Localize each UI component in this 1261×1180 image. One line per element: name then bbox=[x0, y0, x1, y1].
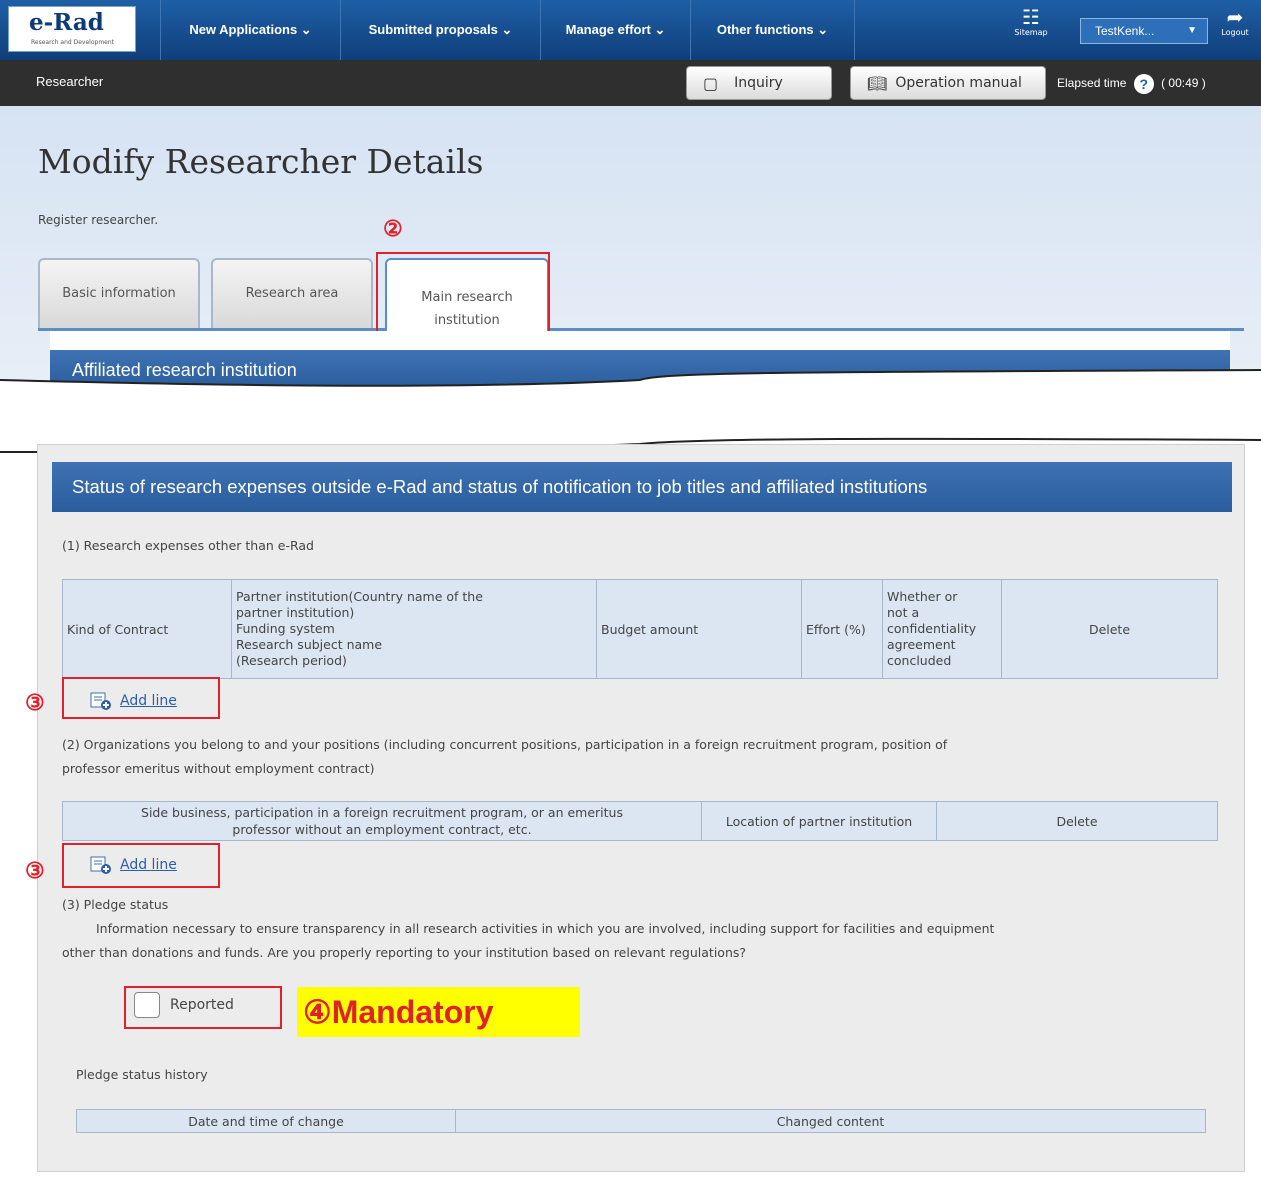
callout-number-3a: ③ bbox=[25, 690, 45, 715]
conf-line-3: confidentiality bbox=[887, 621, 977, 636]
help-icon[interactable]: ? bbox=[1133, 74, 1154, 94]
research-expenses-table: Kind of Contract Partner institution(Cou… bbox=[62, 579, 1218, 679]
elapsed-label: Elapsed time bbox=[1057, 76, 1127, 91]
side-line-1: Side business, participation in a foreig… bbox=[141, 805, 623, 820]
conf-line-1: Whether or bbox=[887, 589, 958, 604]
section-1-title: (1) Research expenses other than e-Rad bbox=[62, 538, 314, 553]
inquiry-icon: ▢ bbox=[703, 73, 719, 93]
chevron-down-icon: ▼ bbox=[1187, 25, 1197, 36]
callout-number-2: ② bbox=[383, 216, 403, 241]
add-line-label: Add line bbox=[120, 857, 177, 873]
side-line-2: professor without an employment contract… bbox=[232, 822, 532, 837]
col-delete: Delete bbox=[1001, 579, 1218, 679]
elapsed-value: ( 00:49 ) bbox=[1161, 76, 1206, 91]
section-2-title-line-1: (2) Organizations you belong to and your… bbox=[62, 737, 948, 752]
col-partner-institution: Partner institution(Country name of the … bbox=[231, 579, 597, 679]
nav-other-functions[interactable]: Other functions ⌄ bbox=[690, 0, 855, 60]
add-line-icon bbox=[90, 856, 111, 874]
inquiry-button[interactable]: ▢ Inquiry bbox=[686, 66, 832, 100]
sub-bar: Researcher ▢ Inquiry 📖︎ Operation manual… bbox=[0, 60, 1261, 106]
logout-button[interactable]: ➦ Logout bbox=[1212, 6, 1258, 52]
organizations-table: Side business, participation in a foreig… bbox=[62, 801, 1218, 841]
logo-text: e-Rad bbox=[29, 9, 104, 36]
manual-label: Operation manual bbox=[895, 75, 1022, 91]
conf-line-4: agreement bbox=[887, 637, 956, 652]
add-line-icon bbox=[90, 692, 111, 710]
add-line-label: Add line bbox=[120, 693, 177, 709]
nav-manage-effort[interactable]: Manage effort ⌄ bbox=[540, 0, 690, 60]
top-navigation: e-Rad Research and Development New Appli… bbox=[0, 0, 1261, 60]
add-line-link-1[interactable]: Add line bbox=[90, 692, 177, 710]
sitemap-button[interactable]: ☷ Sitemap bbox=[1005, 6, 1057, 52]
add-line-link-2[interactable]: Add line bbox=[90, 856, 177, 874]
col-date-time: Date and time of change bbox=[76, 1109, 456, 1133]
partner-line-1: Partner institution(Country name of the bbox=[236, 589, 483, 604]
section-2-title-line-2: professor emeritus without employment co… bbox=[62, 761, 375, 776]
conf-line-5: concluded bbox=[887, 653, 952, 668]
partner-line-2: partner institution) bbox=[236, 605, 355, 620]
col-confidentiality: Whether or not a confidentiality agreeme… bbox=[882, 579, 1002, 679]
role-label: Researcher bbox=[36, 74, 104, 89]
section-3-title: (3) Pledge status bbox=[62, 897, 169, 912]
conf-line-2: not a bbox=[887, 605, 920, 620]
elapsed-time: Elapsed time ? ( 00:49 ) bbox=[1057, 74, 1206, 94]
col-side-business: Side business, participation in a foreig… bbox=[62, 801, 702, 841]
user-select[interactable]: TestKenk... ▼ bbox=[1080, 18, 1208, 44]
reported-checkbox[interactable] bbox=[134, 992, 160, 1018]
section-3-text-line-1: Information necessary to ensure transpar… bbox=[96, 921, 995, 936]
erad-logo[interactable]: e-Rad Research and Development bbox=[8, 6, 136, 52]
section-3-text-line-2: other than donations and funds. Are you … bbox=[62, 945, 747, 960]
operation-manual-button[interactable]: 📖︎ Operation manual bbox=[850, 66, 1046, 100]
page-title: Modify Researcher Details bbox=[38, 142, 484, 181]
col-changed-content: Changed content bbox=[455, 1109, 1206, 1133]
user-name: TestKenk... bbox=[1095, 24, 1155, 38]
reported-label: Reported bbox=[170, 997, 234, 1013]
nav-new-applications[interactable]: New Applications ⌄ bbox=[160, 0, 340, 60]
tab-basic-information[interactable]: Basic information bbox=[38, 258, 200, 330]
col-location: Location of partner institution bbox=[701, 801, 937, 841]
logout-icon: ➦ bbox=[1226, 5, 1244, 29]
logout-label: Logout bbox=[1221, 28, 1249, 37]
callout-number-3b: ③ bbox=[25, 858, 45, 883]
status-header: Status of research expenses outside e-Ra… bbox=[52, 462, 1232, 512]
nav-submitted-proposals[interactable]: Submitted proposals ⌄ bbox=[340, 0, 540, 60]
manual-icon: 📖︎ bbox=[867, 73, 888, 93]
mandatory-note: ④Mandatory bbox=[297, 987, 580, 1037]
col-budget-amount: Budget amount bbox=[596, 579, 802, 679]
pledge-history-title: Pledge status history bbox=[76, 1067, 208, 1082]
pledge-history-table: Date and time of change Changed content bbox=[76, 1109, 1206, 1133]
col-kind-of-contract: Kind of Contract bbox=[62, 579, 232, 679]
logo-subtext: Research and Development bbox=[31, 39, 115, 46]
partner-line-4: Research subject name bbox=[236, 637, 383, 652]
sitemap-icon: ☷ bbox=[1022, 5, 1040, 29]
partner-line-3: Funding system bbox=[236, 621, 335, 636]
sitemap-label: Sitemap bbox=[1014, 28, 1048, 37]
col-delete-2: Delete bbox=[936, 801, 1218, 841]
partner-line-5: (Research period) bbox=[236, 653, 347, 668]
inquiry-label: Inquiry bbox=[734, 75, 783, 91]
col-effort: Effort (%) bbox=[801, 579, 883, 679]
page-subtitle: Register researcher. bbox=[38, 213, 159, 227]
tab-research-area[interactable]: Research area bbox=[211, 258, 373, 330]
